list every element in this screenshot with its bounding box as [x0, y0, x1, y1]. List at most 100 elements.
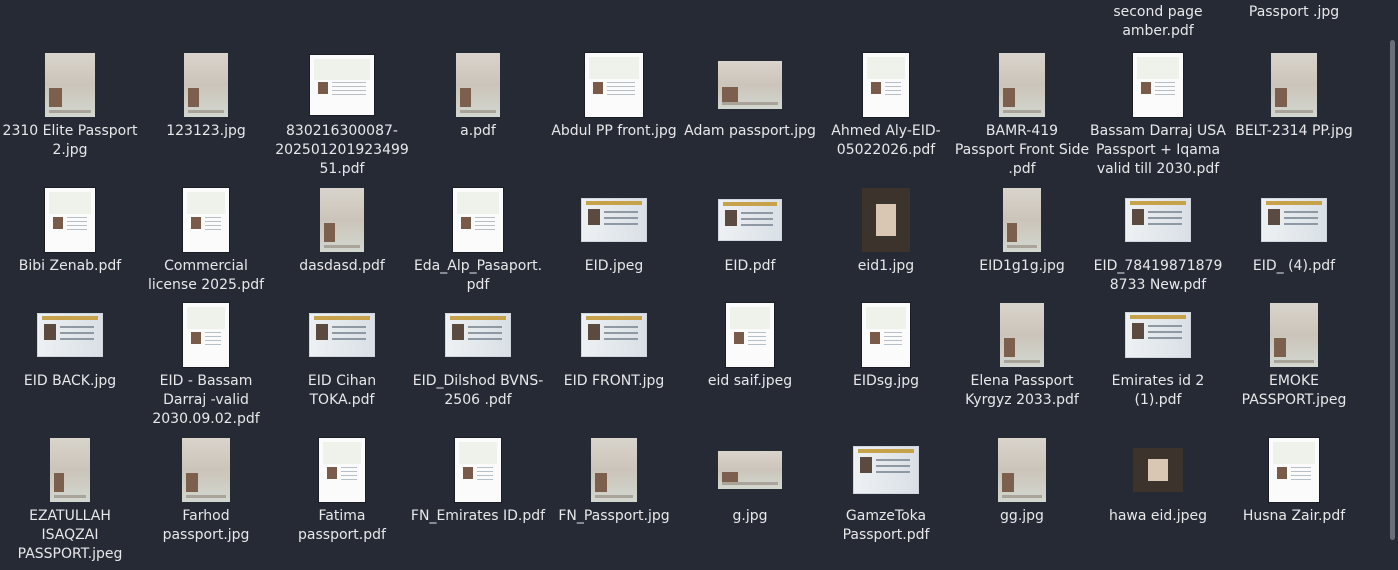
file-item[interactable]: Husna Zair.pdf [1226, 435, 1362, 570]
file-name-label: EID.pdf [724, 258, 776, 274]
file-item[interactable]: EID Cihan TOKA.pdf [274, 300, 410, 435]
file-thumbnail[interactable] [1090, 300, 1226, 370]
file-item[interactable]: Fatima passport.pdf [274, 435, 410, 570]
file-thumbnail[interactable] [274, 435, 410, 505]
file-label-partial[interactable]: second page amber.pdf [1090, 3, 1226, 41]
file-thumbnail[interactable] [1090, 435, 1226, 505]
file-thumbnail[interactable] [682, 435, 818, 505]
file-thumbnail[interactable] [274, 185, 410, 255]
file-item[interactable]: FN_Emirates ID.pdf [410, 435, 546, 570]
file-item[interactable]: EID - Bassam Darraj -valid 2030.09.02.pd… [138, 300, 274, 435]
file-item[interactable]: FN_Passport.jpg [546, 435, 682, 570]
file-thumbnail[interactable] [818, 50, 954, 120]
passport-photo-icon [718, 451, 782, 489]
file-thumbnail[interactable] [682, 185, 818, 255]
file-thumbnail[interactable] [138, 435, 274, 505]
file-item[interactable]: BAMR-419 Passport Front Side .pdf [954, 50, 1090, 185]
file-item[interactable]: 830216300087-20250120192349951.pdf [274, 50, 410, 185]
file-thumbnail[interactable] [1226, 435, 1362, 505]
id-card-icon [309, 313, 375, 357]
id-card-icon [37, 313, 103, 357]
file-thumbnail[interactable] [954, 435, 1090, 505]
file-name-label: 2310 Elite Passport 2.jpg [2, 123, 138, 158]
file-name-label: BAMR-419 Passport Front Side .pdf [954, 123, 1090, 177]
file-thumbnail[interactable] [1090, 185, 1226, 255]
file-name-label: EID FRONT.jpg [563, 373, 665, 389]
passport-photo-icon [50, 438, 90, 502]
file-item[interactable]: eid saif.jpeg [682, 300, 818, 435]
id-card-icon [1261, 198, 1327, 242]
scrollbar-thumb[interactable] [1390, 40, 1395, 540]
file-name-label: 830216300087-20250120192349951.pdf [275, 123, 409, 177]
file-item[interactable]: g.jpg [682, 435, 818, 570]
file-item[interactable]: EMOKE PASSPORT.jpeg [1226, 300, 1362, 435]
passport-photo-icon [998, 438, 1046, 502]
file-item[interactable]: Abdul PP front.jpg [546, 50, 682, 185]
document-icon [726, 303, 774, 367]
file-item[interactable]: 2310 Elite Passport 2.jpg [2, 50, 138, 185]
file-thumbnail[interactable] [546, 300, 682, 370]
file-item[interactable]: EID FRONT.jpg [546, 300, 682, 435]
passport-photo-icon [182, 438, 230, 502]
file-item[interactable]: Bassam Darraj USA Passport + Iqama valid… [1090, 50, 1226, 185]
file-thumbnail[interactable] [818, 435, 954, 505]
file-thumbnail[interactable] [410, 50, 546, 120]
file-item[interactable]: Farhod passport.jpg [138, 435, 274, 570]
file-name-label: Emirates id 2 (1).pdf [1111, 373, 1205, 408]
file-item[interactable]: BELT-2314 PP.jpg [1226, 50, 1362, 185]
id-card-icon [718, 199, 782, 241]
file-thumbnail[interactable] [410, 185, 546, 255]
file-label-partial[interactable]: Passport .jpg [1226, 3, 1362, 22]
file-thumbnail[interactable] [2, 50, 138, 120]
file-item[interactable]: Adam passport.jpg [682, 50, 818, 185]
file-item[interactable]: EID BACK.jpg [2, 300, 138, 435]
passport-photo-icon [862, 188, 910, 252]
file-thumbnail[interactable] [1226, 300, 1362, 370]
document-icon [863, 53, 909, 117]
file-thumbnail[interactable] [818, 185, 954, 255]
file-thumbnail[interactable] [546, 50, 682, 120]
file-thumbnail[interactable] [138, 185, 274, 255]
file-thumbnail[interactable] [1090, 50, 1226, 120]
file-item[interactable]: a.pdf [410, 50, 546, 185]
file-thumbnail[interactable] [954, 50, 1090, 120]
file-thumbnail[interactable] [954, 300, 1090, 370]
file-name-label: a.pdf [460, 123, 496, 139]
file-thumbnail[interactable] [274, 300, 410, 370]
file-item[interactable]: EID_Dilshod BVNS-2506 .pdf [410, 300, 546, 435]
file-thumbnail[interactable] [1226, 50, 1362, 120]
file-name-label: EID_ (4).pdf [1252, 258, 1336, 274]
file-item[interactable]: GamzeToka Passport.pdf [818, 435, 954, 570]
file-item[interactable]: gg.jpg [954, 435, 1090, 570]
file-name-label: EID_784198718798733 New.pdf [1093, 258, 1223, 293]
document-icon [862, 303, 910, 367]
file-thumbnail[interactable] [274, 50, 410, 120]
id-card-icon [853, 446, 919, 494]
file-thumbnail[interactable] [138, 50, 274, 120]
scrollbar[interactable] [1386, 0, 1398, 552]
file-item[interactable]: hawa eid.jpeg [1090, 435, 1226, 570]
file-thumbnail[interactable] [410, 300, 546, 370]
file-thumbnail[interactable] [410, 435, 546, 505]
file-item[interactable]: Emirates id 2 (1).pdf [1090, 300, 1226, 435]
file-thumbnail[interactable] [954, 185, 1090, 255]
file-thumbnail[interactable] [546, 185, 682, 255]
file-thumbnail[interactable] [2, 435, 138, 505]
file-thumbnail[interactable] [682, 300, 818, 370]
file-thumbnail[interactable] [1226, 185, 1362, 255]
document-icon [183, 303, 229, 367]
file-thumbnail[interactable] [546, 435, 682, 505]
file-item[interactable]: EZATULLAH ISAQZAI PASSPORT.jpeg [2, 435, 138, 570]
file-thumbnail[interactable] [2, 185, 138, 255]
file-thumbnail[interactable] [2, 300, 138, 370]
file-name-label: EMOKE PASSPORT.jpeg [1241, 373, 1347, 408]
file-item[interactable]: Elena Passport Kyrgyz 2033.pdf [954, 300, 1090, 435]
file-item[interactable]: EIDsg.jpg [818, 300, 954, 435]
file-name-label: Bassam Darraj USA Passport + Iqama valid… [1090, 123, 1226, 177]
file-name-label: Eda_Alp_Pasaport.pdf [413, 258, 543, 293]
file-item[interactable]: Ahmed Aly-EID-05022026.pdf [818, 50, 954, 185]
file-thumbnail[interactable] [682, 50, 818, 120]
file-item[interactable]: 123123.jpg [138, 50, 274, 185]
file-thumbnail[interactable] [138, 300, 274, 370]
file-thumbnail[interactable] [818, 300, 954, 370]
